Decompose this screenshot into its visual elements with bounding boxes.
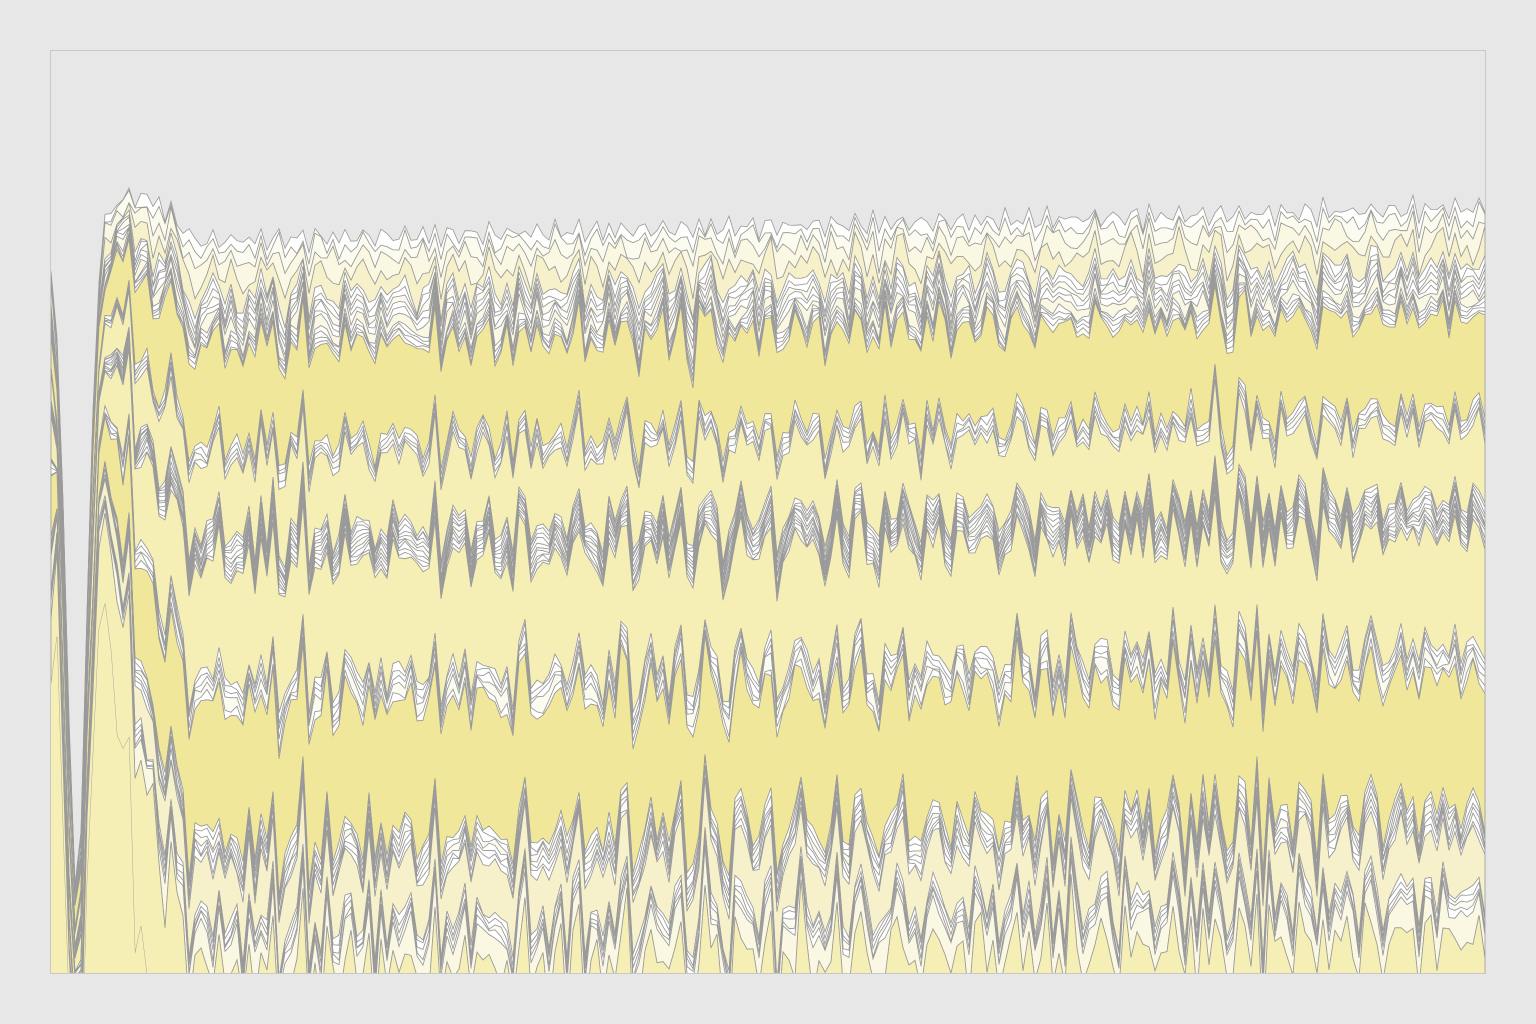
chart-frame (50, 50, 1486, 974)
stacked-area-chart (51, 51, 1485, 973)
